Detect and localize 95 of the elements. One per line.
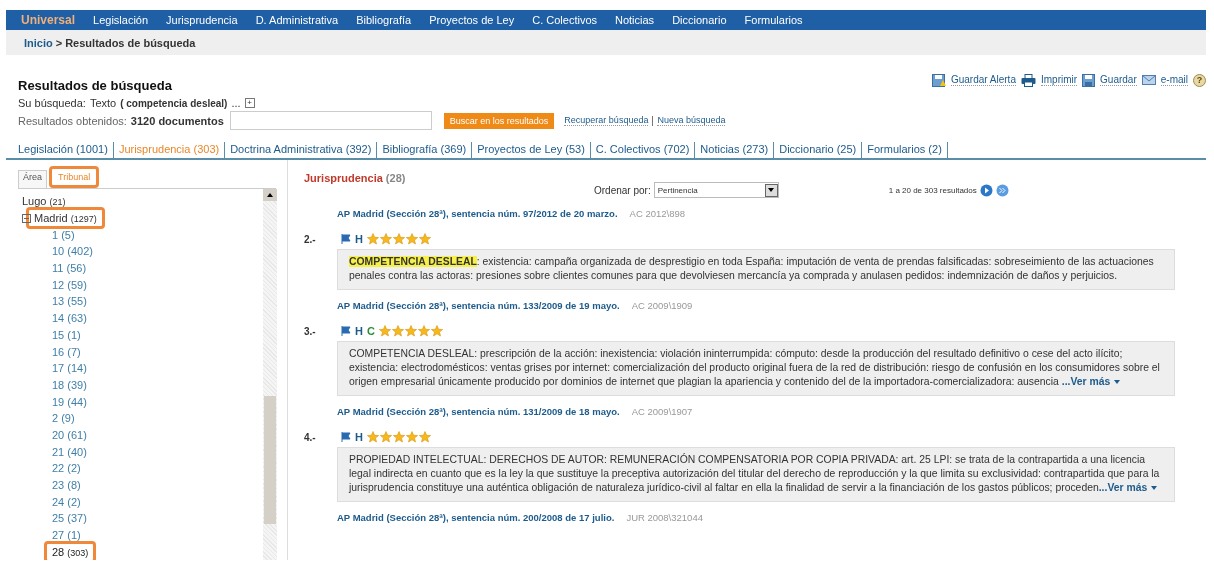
tree-item[interactable]: 22 (2) [52, 462, 81, 475]
scrollbar[interactable] [263, 189, 277, 560]
facet-tab[interactable]: Área [18, 170, 47, 188]
nav-link[interactable]: Jurisprudencia [157, 14, 247, 26]
doc-type-letter: H [355, 431, 363, 443]
citation-reference: AC 2009\1909 [631, 300, 693, 311]
nav-link[interactable]: Bibliografía [347, 14, 421, 26]
envelope-icon[interactable] [1141, 75, 1156, 85]
query-type: Texto [89, 97, 117, 109]
tree-item[interactable]: 11 (56) [52, 262, 87, 275]
nav-link[interactable]: Universal [12, 13, 85, 27]
see-more-link[interactable]: ...Ver más [1098, 482, 1158, 493]
citation-link[interactable]: AP Madrid (Sección 28ª), sentencia núm. 200/2008 de 17 julio. [337, 512, 615, 523]
tree-item[interactable]: 19 (44) [52, 395, 87, 408]
nav-link[interactable]: D. Administrativa [246, 14, 348, 26]
see-more-link[interactable]: ...Ver más [1061, 376, 1121, 387]
tree-item[interactable]: Madrid (1297) [26, 207, 105, 230]
category-tab[interactable]: Diccionario (25) [774, 142, 863, 158]
tree-item[interactable]: 24 (2) [52, 495, 81, 508]
tree-item[interactable]: 20 (61) [52, 428, 87, 441]
paging-text: 1 a 20 de 303 resultados [888, 185, 977, 195]
action-link[interactable]: Imprimir [1040, 74, 1078, 86]
citation-reference: JUR 2008\321044 [626, 512, 703, 523]
citation-reference: AC 2009\1907 [631, 406, 693, 417]
ellipsis-link[interactable]: ... [231, 97, 241, 109]
doc-type-letter: H [355, 325, 363, 337]
breadcrumb-current: Resultados de búsqueda [65, 36, 196, 49]
tree-item[interactable]: 10 (402) [52, 245, 93, 258]
flag-icon [341, 326, 351, 336]
tree-item[interactable]: 18 (39) [52, 378, 87, 391]
nav-link[interactable]: Diccionario [663, 14, 736, 26]
action-link[interactable]: Guardar Alerta [950, 74, 1016, 86]
result-summary: COMPETENCIA DESLEAL: prescripción de la acción: inexistencia: violación ininterrumpida: cómputo: desde la producción del resultado definitivo o cese del acto ilícito; existencia: electrodomésticos: ventas grises por internet: comercialización del producto original fuera de la red de distribución: riesgo de confusión en los consumidores sobre el origen empresarial únicamente producido por dominios de internet que plagian la apariencia y contenido del de la importadora-comercializadora: ausencia ...Ver más [337, 341, 1175, 396]
recover-search-link[interactable]: Recuperar búsqueda [564, 115, 649, 126]
tree-item[interactable]: 25 (37) [52, 512, 87, 525]
help-button[interactable]: ? [1193, 73, 1206, 87]
page-title: Resultados de búsqueda [18, 78, 172, 93]
category-tab[interactable]: Legislación (1001) [18, 142, 114, 158]
result-summary: PROPIEDAD INTELECTUAL: DERECHOS DE AUTOR: REMUNERACIÓN COMPENSATORIA POR COPIA PRIVADA: art. 25 LPI: se trata de la contrapartida a una licencia legal indirecta en cuanto que es la ley la que sustituye la preceptiva autorización del titular del derecho de reproducción y la que limita su exclusividad: contrapartida que para la jurisprudencia constituye una auténtica obligación de naturaleza jurídico-civil al faltar en ella la finalidad de servir a la financiación de los gastos públicos; proceden...Ver más [337, 447, 1175, 502]
category-tab[interactable]: Proyectos de Ley (53) [472, 142, 591, 158]
tree-item[interactable]: 14 (63) [52, 312, 87, 325]
breadcrumb-link[interactable]: Inicio [24, 36, 53, 49]
citation-link[interactable]: AP Madrid (Sección 28ª), sentencia núm. 133/2009 de 19 mayo. [337, 300, 620, 311]
nav-link[interactable]: Noticias [606, 14, 664, 26]
category-tab[interactable]: Formularios (2) [862, 142, 948, 158]
category-tab[interactable]: C. Colectivos (702) [590, 142, 696, 158]
new-search-link[interactable]: Nueva búsqueda [657, 115, 726, 126]
citation-link[interactable]: AP Madrid (Sección 28ª), sentencia núm. 131/2009 de 18 mayo. [337, 406, 620, 417]
printer-icon[interactable] [1020, 73, 1036, 87]
tree-item[interactable]: 27 (1) [52, 529, 81, 542]
action-link[interactable]: Guardar [1100, 74, 1137, 86]
category-tab[interactable]: Noticias (273) [695, 142, 775, 158]
nav-link[interactable]: C. Colectivos [523, 14, 606, 26]
results-count-label: Resultados obtenidos: [18, 114, 127, 127]
tree-item[interactable]: 23 (8) [52, 479, 81, 492]
results-title-count: (28) [385, 172, 406, 184]
sort-dropdown[interactable]: Pertinencia [653, 182, 779, 198]
tree-item[interactable]: Lugo (21) [22, 195, 66, 208]
query-label: Su búsqueda: [18, 97, 86, 109]
result-number: 2.- [304, 233, 317, 245]
search-field[interactable] [229, 111, 432, 130]
tree-item[interactable]: 15 (1) [52, 328, 81, 341]
action-link[interactable]: e-mail [1160, 74, 1188, 86]
save-alert-icon[interactable] [931, 73, 946, 87]
citation-link[interactable]: AP Madrid (Sección 28ª), sentencia núm. 97/2012 de 20 marzo. [337, 208, 618, 219]
doc-type-letter: H [355, 233, 363, 245]
nav-link[interactable]: Legislación [84, 14, 158, 26]
result-summary: COMPETENCIA DESLEAL: existencia: campaña organizada de desprestigio en toda España: imputación de venta de prendas falsificadas: sobreseimiento de las actuaciones penales contra las actoras: presiones sobre clientes comunes para que devolviesen mercancía ya comprada y anulasen pedidos: indemnización de daños y perjuicios. [337, 249, 1175, 290]
tree-item[interactable]: 17 (14) [52, 362, 87, 375]
tree-item[interactable]: 28 (303) [44, 540, 97, 560]
expand-button[interactable]: + [244, 98, 255, 108]
last-page-icon[interactable] [995, 183, 1009, 197]
tree-item[interactable]: 2 (9) [52, 412, 75, 425]
collapse-icon[interactable] [22, 213, 31, 223]
breadcrumb-separator: > [55, 36, 63, 49]
doc-type-letter: C [366, 325, 375, 337]
result-number: 3.- [304, 325, 317, 337]
sort-label: Ordenar por: [594, 184, 651, 196]
category-tab[interactable]: Bibliografía (369) [377, 142, 473, 158]
tree-item[interactable]: 21 (40) [52, 445, 87, 458]
results-count: 3120 documentos [130, 114, 224, 127]
nav-link[interactable]: Proyectos de Ley [420, 14, 524, 26]
tree-item[interactable]: 16 (7) [52, 345, 81, 358]
nav-link[interactable]: Formularios [735, 14, 812, 26]
tree-item[interactable]: 13 (55) [52, 295, 87, 308]
query-terms: ( competencia desleal) [120, 97, 228, 109]
result-number: 4.- [304, 431, 317, 443]
results-title: Jurisprudencia [304, 172, 383, 184]
citation-reference: AC 2012\898 [629, 208, 685, 219]
flag-icon [341, 432, 351, 442]
flag-icon [341, 234, 351, 244]
next-page-icon[interactable] [979, 183, 993, 197]
tree-item[interactable]: 1 (5) [52, 228, 75, 241]
category-tab[interactable]: Doctrina Administrativa (392) [225, 142, 378, 158]
tree-item[interactable]: 12 (59) [52, 278, 87, 291]
